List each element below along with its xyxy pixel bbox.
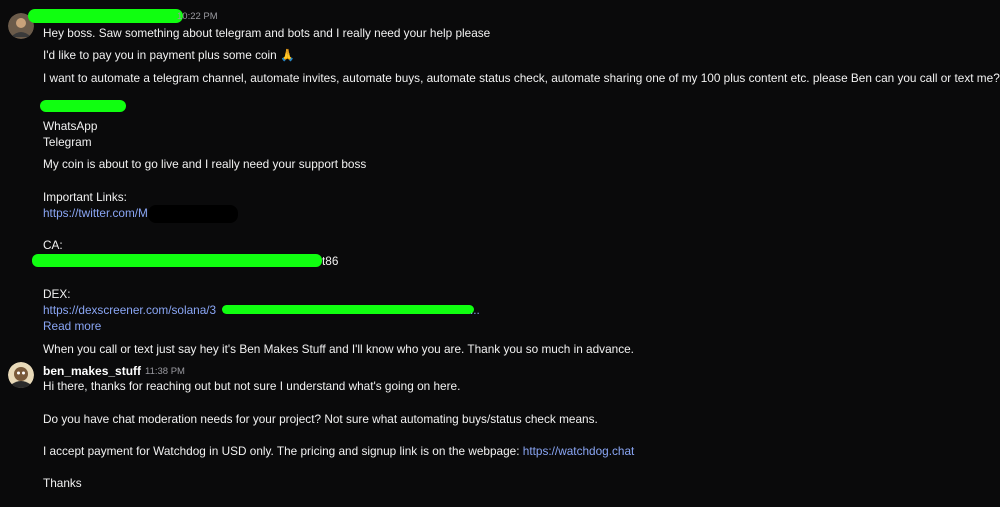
message-text: Do you have chat moderation needs for yo… — [43, 412, 598, 426]
message-text: I'd like to pay you in payment plus some… — [43, 48, 295, 62]
message-text: WhatsApp — [43, 119, 98, 133]
username-redaction — [28, 9, 183, 23]
message-text: When you call or text just say hey it's … — [43, 342, 634, 356]
message-text: Important Links: — [43, 190, 127, 204]
phone-redaction — [40, 100, 126, 112]
ben-avatar[interactable] — [8, 362, 34, 388]
message-text: Thanks — [43, 476, 82, 490]
message-text: I want to automate a telegram channel, a… — [43, 71, 1000, 85]
read-more-link[interactable]: Read more — [43, 318, 101, 334]
message-text: Hi there, thanks for reaching out but no… — [43, 379, 461, 393]
link-ellipsis: ... — [470, 303, 480, 317]
username[interactable]: ben_makes_stuff — [43, 363, 141, 379]
dex-link-redaction — [222, 305, 474, 314]
message-text: Telegram — [43, 135, 92, 149]
message-text: Hey boss. Saw something about telegram a… — [43, 26, 491, 40]
dexscreener-link[interactable]: https://dexscreener.com/solana/3 — [43, 302, 216, 318]
message-timestamp: 10:22 PM — [177, 11, 218, 22]
message-text-segment: I accept payment for Watchdog in USD onl… — [43, 444, 523, 458]
message-text: I accept payment for Watchdog in USD onl… — [43, 443, 634, 459]
message-text: t86 — [322, 254, 339, 268]
message-text: My coin is about to go live and I really… — [43, 157, 367, 171]
message-text: CA: — [43, 238, 63, 252]
chat-thread: 10:22 PM Hey boss. Saw something about t… — [0, 0, 1000, 507]
watchdog-link[interactable]: https://watchdog.chat — [523, 444, 634, 458]
message-text: DEX: — [43, 287, 71, 301]
link-blackout — [148, 205, 238, 223]
twitter-link[interactable]: https://twitter.com/M — [43, 205, 148, 221]
contract-address-redaction — [32, 254, 322, 267]
